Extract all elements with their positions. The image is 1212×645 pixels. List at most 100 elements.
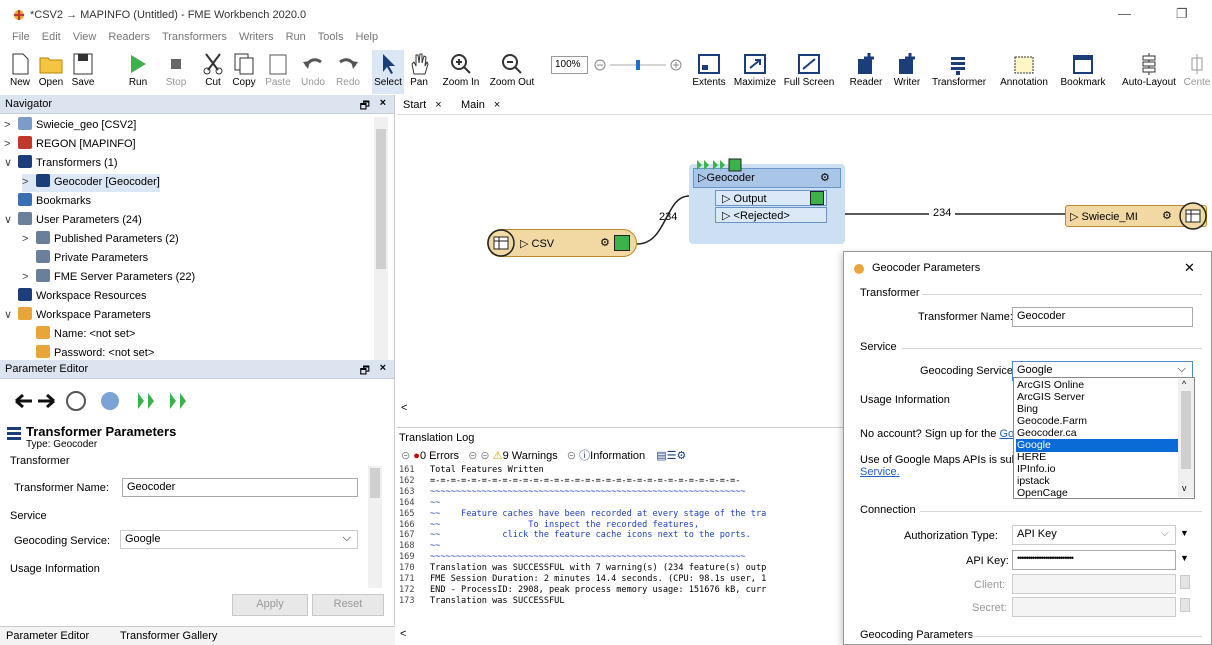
parameter-menu-icon[interactable]: ▼ (1180, 553, 1189, 563)
add-reader-button[interactable]: Reader (846, 50, 886, 94)
chevron-down-icon[interactable]: ∨ (4, 156, 18, 169)
apply-button[interactable]: Apply (232, 594, 308, 616)
service-option[interactable]: ipstack (1016, 475, 1178, 488)
stop-button[interactable]: Stop (160, 50, 192, 94)
parameter-menu-icon[interactable]: ▼ (1180, 528, 1189, 538)
collapse-icon[interactable]: ⊝ (401, 450, 410, 462)
dropdown-scrollbar[interactable]: ^ v (1178, 379, 1194, 497)
zoom-slider[interactable] (592, 57, 684, 73)
navigator-item[interactable]: > REGON [MAPINFO] (4, 136, 136, 154)
chevron-down-icon[interactable]: v (1182, 483, 1187, 493)
paste-button[interactable]: Paste (262, 50, 294, 94)
geocoding-service-dropdown[interactable]: ^ v ArcGIS Online ArcGIS Server Bing Geocod… (1013, 377, 1195, 499)
transformer-name-input[interactable]: Geocoder (1012, 307, 1193, 327)
translation-log-text[interactable]: 161 Total Features Written 162 =-=-=-=-=-=-… (397, 465, 857, 627)
service-option[interactable]: OpenCage (1016, 487, 1178, 500)
menu-writers[interactable]: Writers (239, 31, 274, 43)
cut-button[interactable]: Cut (200, 50, 226, 94)
menu-tools[interactable]: Tools (318, 31, 344, 43)
add-transformer-button[interactable]: Transformer (928, 50, 990, 94)
node-run-icons[interactable] (695, 158, 743, 172)
navigator-item[interactable]: ∨ Workspace Parameters (4, 307, 151, 325)
select-button[interactable]: Select (372, 50, 404, 94)
extents-button[interactable]: Extents (690, 50, 728, 94)
chevron-right-icon[interactable]: > (22, 271, 36, 283)
csv-reader-node[interactable]: ▷ CSV ⚙ (487, 229, 637, 257)
warnings-filter[interactable]: 9 Warnings (503, 450, 558, 462)
menu-edit[interactable]: Edit (42, 31, 61, 43)
rejected-port[interactable]: ▷ <Rejected> (715, 207, 827, 223)
navigator-item[interactable]: Private Parameters (22, 250, 148, 268)
maximize-view-button[interactable]: Maximize (730, 50, 780, 94)
scroll-thumb[interactable] (1181, 391, 1191, 469)
service-option[interactable]: Geocode.Farm (1016, 415, 1178, 428)
save-button[interactable]: Save (68, 50, 98, 94)
errors-filter[interactable]: 0 Errors (420, 450, 459, 462)
reset-button[interactable]: Reset (312, 594, 384, 616)
center-button[interactable]: Cente (1182, 50, 1212, 94)
chevron-down-icon[interactable]: ∨ (4, 213, 18, 226)
collapse-icon[interactable]: ⊝ (468, 450, 477, 462)
service-option[interactable]: Bing (1016, 403, 1178, 416)
menu-run[interactable]: Run (286, 31, 306, 43)
full-screen-button[interactable]: Full Screen (782, 50, 836, 94)
chevron-right-icon[interactable]: > (4, 119, 18, 131)
add-annotation-button[interactable]: Annotation (994, 50, 1054, 94)
client-input[interactable] (1012, 574, 1176, 594)
navigator-item[interactable]: > Geocoder [Geocoder] (22, 174, 160, 192)
service-option[interactable]: Geocoder.ca (1016, 427, 1178, 440)
navigator-item[interactable]: Bookmarks (4, 193, 91, 211)
float-icon[interactable]: 🗗 (360, 97, 370, 116)
scroll-thumb[interactable] (376, 129, 386, 269)
menu-file[interactable]: File (12, 31, 30, 43)
navigator-item[interactable]: ∨ User Parameters (24) (4, 212, 142, 230)
run-button[interactable]: Run (118, 50, 158, 94)
menu-readers[interactable]: Readers (108, 31, 150, 43)
close-icon[interactable]: × (380, 97, 386, 109)
scroll-left-icon[interactable]: < (401, 402, 407, 414)
chevron-right-icon[interactable]: > (4, 138, 18, 150)
service-option[interactable]: HERE (1016, 451, 1178, 464)
menu-help[interactable]: Help (355, 31, 378, 43)
scroll-left-icon[interactable]: < (400, 628, 406, 640)
scroll-thumb[interactable] (370, 468, 380, 498)
api-key-input[interactable]: •••••••••••••••••••••••••• (1012, 550, 1176, 570)
information-filter[interactable]: Information (590, 450, 645, 462)
chevron-right-icon[interactable]: > (22, 176, 36, 188)
service-option[interactable]: Google (1016, 439, 1178, 452)
navigator-item[interactable]: > Swiecie_geo [CSV2] (4, 117, 136, 135)
close-icon[interactable]: × (380, 362, 386, 374)
maximize-button[interactable]: ❐ (1176, 6, 1188, 22)
tab-transformer-gallery[interactable]: Transformer Gallery (120, 630, 217, 642)
auto-layout-button[interactable]: Auto-Layout (1118, 50, 1180, 94)
service-option[interactable]: ArcGIS Server (1016, 391, 1178, 404)
parameter-editor-scrollbar[interactable] (368, 466, 382, 588)
gear-icon[interactable]: ⚙ (600, 236, 610, 249)
log-tools-icon[interactable]: ▤☰⚙ (656, 450, 686, 462)
terms-of-service-link[interactable]: Service. (860, 466, 900, 478)
undo-button[interactable]: Undo (297, 50, 329, 94)
collapse-icon[interactable]: ⊝ (567, 450, 576, 462)
feature-cache-icon[interactable] (810, 191, 824, 205)
parameter-menu-icon[interactable] (1180, 575, 1190, 589)
navigator-item[interactable]: Name: <not set> (22, 326, 135, 344)
parameter-editor-toolbar[interactable] (14, 388, 214, 414)
menu-view[interactable]: View (73, 31, 97, 43)
tab-start[interactable]: Start × (403, 99, 442, 111)
feature-cache-icon[interactable] (614, 235, 630, 251)
redo-button[interactable]: Redo (332, 50, 364, 94)
copy-button[interactable]: Copy (229, 50, 259, 94)
tab-parameter-editor[interactable]: Parameter Editor (6, 630, 89, 642)
chevron-up-icon[interactable]: ^ (1182, 379, 1186, 389)
zoom-level-input[interactable]: 100% (551, 56, 588, 74)
pan-button[interactable]: Pan (406, 50, 432, 94)
menu-transformers[interactable]: Transformers (162, 31, 227, 43)
authorization-type-select[interactable]: API Key ⌵ (1012, 525, 1176, 545)
open-button[interactable]: Open (36, 50, 66, 94)
chevron-right-icon[interactable]: > (22, 233, 36, 245)
service-option[interactable]: IPInfo.io (1016, 463, 1178, 476)
service-option[interactable]: ArcGIS Online (1016, 379, 1178, 392)
dialog-close-button[interactable]: ✕ (1184, 260, 1195, 276)
navigator-item[interactable]: Workspace Resources (4, 288, 146, 306)
parameter-menu-icon[interactable] (1180, 598, 1190, 612)
